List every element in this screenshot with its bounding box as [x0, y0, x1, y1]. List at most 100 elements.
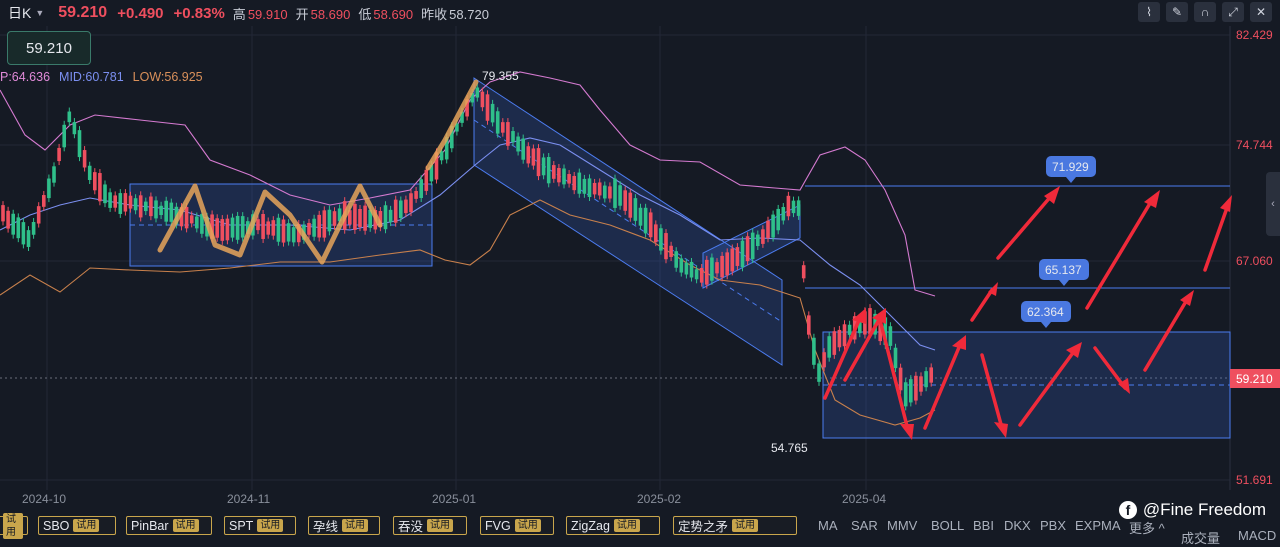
watermark: f @Fine Freedom	[1118, 500, 1266, 520]
indicator-button-sbo[interactable]: SBO 试用	[38, 516, 116, 535]
candle-body	[914, 375, 918, 401]
candle-body	[307, 222, 311, 235]
y-tick-current: 59.210	[1236, 372, 1273, 386]
indicator-more[interactable]: 更多 ^	[1129, 518, 1165, 537]
candle-body	[286, 223, 291, 242]
candle-body	[552, 165, 556, 179]
indicator-macd[interactable]: MACD	[1238, 528, 1276, 543]
candle-body	[409, 193, 413, 213]
indicator-boll[interactable]: BOLL	[931, 518, 964, 533]
candle-body	[756, 234, 760, 247]
candle-body	[761, 229, 765, 244]
candle-body	[536, 148, 541, 177]
indicator-button-fvg[interactable]: FVG 试用	[480, 516, 554, 535]
candle-body	[419, 179, 423, 198]
indicator-dkx[interactable]: DKX	[1004, 518, 1031, 533]
candle-body	[888, 326, 893, 346]
candle-body	[557, 167, 561, 183]
indicator-ma[interactable]: MA	[818, 518, 838, 533]
candle-body	[669, 245, 673, 257]
candle-body	[796, 200, 801, 216]
candle-body	[567, 174, 571, 184]
candle-body	[592, 182, 597, 195]
candle-body	[689, 261, 694, 278]
candle-body	[149, 196, 153, 217]
y-axis: 82.429 74.744 67.060 59.210 51.691	[1230, 28, 1280, 487]
target-tag-3[interactable]: 62.364	[1021, 301, 1071, 328]
candle-body	[745, 236, 750, 262]
candle-body	[526, 146, 531, 164]
indicator-mmv[interactable]: MMV	[887, 518, 917, 533]
candle-body	[72, 122, 77, 135]
candle-body	[164, 200, 168, 222]
candle-body	[490, 103, 495, 123]
candle-body	[16, 217, 21, 239]
indicator-pbx[interactable]: PBX	[1040, 518, 1066, 533]
candle-body	[710, 257, 714, 281]
candle-body	[98, 173, 102, 202]
indicator-bbi[interactable]: BBI	[973, 518, 994, 533]
candle-body	[67, 111, 72, 123]
indicator-expma[interactable]: EXPMA	[1075, 518, 1121, 533]
indicator-button[interactable]: 试用	[0, 512, 28, 539]
candle-body	[495, 111, 500, 134]
candle-body	[807, 315, 811, 335]
indicator-volume[interactable]: 成交量	[1181, 528, 1220, 547]
candle-body	[363, 205, 367, 231]
candle-body	[169, 202, 174, 222]
candle-body	[628, 192, 633, 218]
x-tick: 2024-11	[227, 492, 270, 506]
candle-body	[750, 232, 755, 260]
candle-body	[57, 147, 61, 162]
candle-body	[903, 382, 908, 407]
candle-body	[424, 169, 429, 191]
candle-body	[358, 208, 362, 228]
candle-body	[414, 191, 418, 199]
candle-body	[77, 130, 82, 158]
candle-body	[225, 218, 230, 241]
candle-body	[562, 168, 566, 185]
indicator-button-spt[interactable]: SPT 试用	[224, 516, 296, 535]
indicator-button-trend-spear[interactable]: 定势之矛 试用	[673, 516, 797, 535]
indicator-button-pinbar[interactable]: PinBar 试用	[126, 516, 212, 535]
boll-up-value: P:64.636	[0, 70, 51, 84]
candle-body	[776, 208, 780, 231]
candle-body	[215, 218, 219, 238]
candle-body	[817, 363, 821, 382]
chevron-left-icon: ‹	[1271, 198, 1275, 210]
indicator-button-engulfing[interactable]: 吞没 试用	[393, 516, 467, 535]
indicator-sar[interactable]: SAR	[851, 518, 878, 533]
candle-body	[42, 195, 46, 207]
indicator-button-zigzag[interactable]: ZigZag 试用	[566, 516, 660, 535]
target-tag-2[interactable]: 65.137	[1039, 259, 1089, 286]
candle-body	[332, 211, 337, 226]
drawings[interactable]	[129, 77, 1231, 439]
watermark-text: @Fine Freedom	[1142, 500, 1266, 519]
candle-body	[322, 210, 327, 238]
candle-body	[832, 331, 837, 355]
target-3-value: 62.364	[1027, 305, 1064, 319]
side-panel-handle[interactable]: ‹	[1266, 172, 1280, 236]
candle-body	[812, 337, 816, 365]
indicator-bar: 试用 SBO 试用 PinBar 试用 SPT 试用 孕线 试用 吞没 试用 FVG 试用 …	[0, 512, 1280, 546]
x-tick: 2025-01	[432, 492, 476, 506]
boll-mid-value: MID:60.781	[59, 70, 124, 84]
candle-body	[781, 207, 786, 221]
candle-body	[62, 124, 66, 148]
candle-body	[822, 352, 826, 368]
candle-body	[791, 200, 796, 214]
candle-body	[898, 367, 903, 391]
indicator-button-inside-bar[interactable]: 孕线 试用	[308, 516, 380, 535]
candle-body	[613, 178, 617, 208]
candle-body	[516, 136, 520, 152]
target-tag-1[interactable]: 71.929	[1046, 156, 1096, 183]
candle-body	[291, 227, 296, 243]
candle-body	[618, 185, 622, 206]
candle-body	[597, 182, 602, 196]
y-tick: 67.060	[1236, 254, 1273, 268]
candle-body	[393, 199, 398, 223]
candle-body	[312, 218, 316, 237]
candle-body	[1, 205, 5, 222]
candle-body	[159, 205, 163, 216]
facebook-icon: f	[1118, 501, 1137, 519]
